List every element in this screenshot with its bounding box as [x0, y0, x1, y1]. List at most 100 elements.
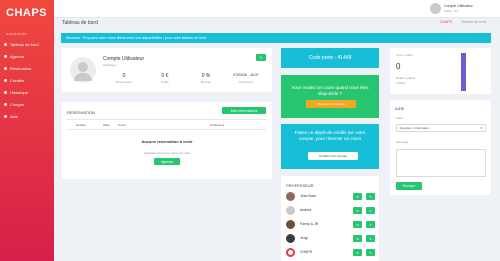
col-salle: Salle — [103, 123, 110, 127]
stat-connexion-value: 07/03/26 - 16:37 — [233, 73, 259, 77]
propose-slot-text: Vous voulez un cours quand vous êtes dis… — [291, 85, 369, 96]
avatar — [286, 234, 295, 243]
professors-title: PROFESSEUR — [286, 183, 314, 188]
agenda-button[interactable]: Agenda — [154, 158, 180, 165]
professor-name: Andrea — [300, 208, 312, 212]
professor-name: Fanny & JR — [300, 222, 319, 226]
sidebar-item-historique[interactable]: Historique — [4, 88, 52, 97]
list-item: Andrea ✉ ✎ — [283, 204, 379, 217]
edit-icon[interactable]: ✎ — [366, 249, 375, 256]
deposit-card: Faites un dépôt de crédits sur votre com… — [281, 124, 379, 169]
sidebar-item-label: Aide — [10, 114, 19, 119]
sidebar-item-agenda[interactable]: Agenda — [4, 52, 52, 61]
deposit-text: Faites un dépôt de crédits sur votre com… — [294, 130, 366, 141]
door-code-text: Code porte : 41468 — [308, 55, 352, 61]
user-balance: Solde : 0 € — [444, 9, 459, 13]
email-icon[interactable]: ✉ — [353, 207, 362, 214]
edit-icon[interactable]: ✎ — [366, 235, 375, 242]
sidebar-item-label: Créditer — [10, 78, 25, 83]
hours-label: Cours / Mois — [396, 53, 413, 57]
avatar — [286, 220, 295, 229]
stat-reservation-label: Réservation — [115, 80, 132, 84]
list-item: Jean Noel ✉ ✎ — [283, 190, 379, 203]
profile-role: Utilisateur — [103, 63, 117, 67]
email-icon[interactable]: ✉ — [353, 221, 362, 228]
sidebar-item-dashboard[interactable]: Tableau de bord — [4, 40, 52, 49]
notice-text: Nouveau : Proposez votre cours libres se… — [66, 36, 208, 40]
list-item: Fanny & JR ✉ ✎ — [283, 218, 379, 231]
subject-select[interactable]: Question / Information ▾ — [396, 124, 486, 132]
notice-banner: Nouveau : Proposez votre cours libres se… — [61, 33, 491, 43]
bookmark-icon — [4, 67, 7, 70]
sidebar-item-crediter[interactable]: Créditer — [4, 76, 52, 85]
sidebar-item-label: Agenda — [10, 54, 24, 59]
help-icon — [4, 115, 7, 118]
send-button[interactable]: Envoyer — [396, 182, 422, 190]
hours-value: 0 — [396, 62, 401, 71]
breadcrumb-current: Tableau de bord — [461, 20, 487, 24]
edit-icon[interactable]: ✎ — [366, 193, 375, 200]
avatar — [286, 192, 295, 201]
sidebar-item-reservation[interactable]: Réservation — [4, 64, 52, 73]
app-logo[interactable]: CHAPS — [6, 7, 47, 19]
door-code-card: Code porte : 41468 — [281, 48, 379, 68]
professor-name: Jergi — [300, 236, 308, 240]
email-icon[interactable]: ✉ — [353, 193, 362, 200]
propose-slot-button[interactable]: Proposer un créneau — [306, 100, 356, 108]
stat-remise-value: 0 % — [201, 73, 211, 79]
avatar — [286, 206, 295, 215]
stat-solde-label: Solde — [161, 80, 169, 84]
user-icon — [4, 103, 7, 106]
message-label: Message — [396, 140, 409, 144]
breadcrumb-home[interactable]: CHAPS — [440, 20, 452, 24]
list-item: CHAPS ✉ ✎ — [283, 246, 379, 259]
email-icon[interactable]: ✉ — [353, 249, 362, 256]
divider — [67, 119, 266, 120]
sidebar-item-compte[interactable]: Compte — [4, 100, 52, 109]
hours-sub-value: 0 (0 €) — [396, 81, 405, 85]
help-card — [390, 100, 491, 195]
propose-slot-card: Vous voulez un cours quand vous êtes dis… — [281, 75, 379, 118]
my-reservations-button[interactable]: Mes réservations — [222, 107, 266, 114]
history-icon — [4, 91, 7, 94]
list-item: Jergi ✉ ✎ — [283, 232, 379, 245]
help-title: AIDE — [395, 106, 405, 111]
sidebar-item-label: Tableau de bord — [10, 42, 39, 47]
subject-value: Question / Information — [400, 126, 430, 130]
edit-profile-button[interactable]: ✎ — [256, 54, 266, 61]
sidebar-item-aide[interactable]: Aide — [4, 112, 52, 121]
col-horaire: Horaire — [76, 123, 86, 127]
sidebar-item-label: Compte — [10, 102, 25, 107]
profile-avatar — [70, 57, 96, 83]
empty-reservations-title: Aucune réservation à venir — [141, 139, 193, 144]
credit-icon — [4, 79, 7, 82]
empty-reservations-sub: Inscrivez-vous à un cours sur notre — [143, 151, 191, 155]
edit-icon[interactable]: ✎ — [366, 221, 375, 228]
professor-name: Jean Noel — [300, 194, 316, 198]
user-name[interactable]: Compte Utilisateur — [444, 4, 473, 8]
stat-connexion-label: Connexion — [238, 80, 254, 84]
col-cours: Cours — [118, 123, 127, 127]
message-field[interactable] — [396, 149, 486, 177]
edit-icon[interactable]: ✎ — [366, 207, 375, 214]
hours-bar — [461, 53, 466, 91]
chevron-down-icon: ▾ — [480, 126, 482, 130]
credit-account-button[interactable]: Créditer mon compte — [308, 152, 358, 160]
dashboard-icon — [4, 43, 7, 46]
professor-name: CHAPS — [300, 250, 313, 254]
hours-sub-label: Reste à placer — [396, 76, 416, 80]
stat-reservation-value: 0 — [122, 73, 126, 79]
page-title: Tableau de bord — [62, 20, 98, 26]
reservation-title: RESERVATION — [67, 110, 96, 115]
avatar — [286, 248, 295, 257]
user-avatar[interactable] — [430, 3, 441, 14]
profile-name: Compte Utilisateur — [103, 56, 145, 62]
sidebar: CHAPS NAVIGATION Tableau de bord Agenda … — [0, 0, 54, 261]
stat-remise-label: Remise — [200, 80, 212, 84]
nav-heading: NAVIGATION — [6, 32, 28, 36]
calendar-icon — [4, 55, 7, 58]
sidebar-item-label: Historique — [10, 90, 29, 95]
col-professeur: Professeur — [210, 123, 225, 127]
email-icon[interactable]: ✉ — [353, 235, 362, 242]
stat-solde-value: 0 € — [161, 73, 169, 79]
